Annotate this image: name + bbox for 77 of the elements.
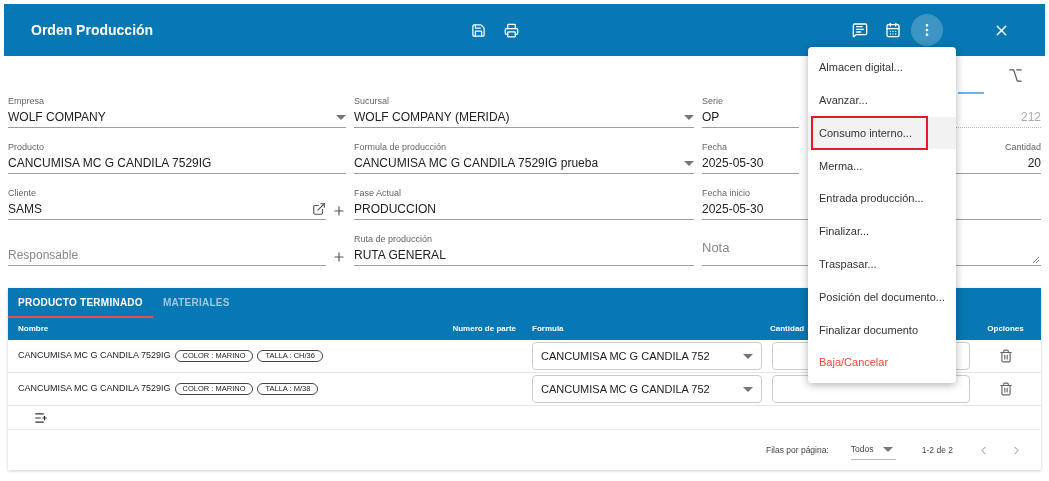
text-field[interactable]: Producto CANCUMISA MC G CANDILA 7529IG — [8, 140, 346, 174]
dropdown-caret-icon — [743, 386, 753, 392]
column-header: Opciones — [987, 323, 1024, 335]
field-label: Empresa — [8, 96, 44, 107]
field-label: Cantidad — [1004, 142, 1041, 153]
column-header: Cantidad — [770, 323, 805, 335]
dropdown-caret-icon — [743, 353, 753, 359]
select-field[interactable]: Empresa WOLF COMPANY — [8, 94, 346, 128]
menu-item[interactable]: Almacen digital... — [808, 51, 956, 84]
delete-icon[interactable] — [998, 382, 1013, 396]
field-value: PRODUCCION — [354, 201, 437, 218]
text-field[interactable]: Serie OP — [702, 94, 799, 128]
field-value: 2025-05-30 — [702, 155, 765, 172]
save-icon[interactable] — [471, 22, 486, 38]
field-value: WOLF COMPANY (MERIDA) — [354, 109, 511, 126]
field-value: 2025-05-30 — [702, 201, 765, 218]
menu-item[interactable]: Traspasar... — [808, 247, 956, 281]
menu-item[interactable]: Consumo interno... — [808, 116, 956, 150]
menu-item[interactable]: Posición del documento... — [808, 280, 956, 314]
menu-item[interactable]: Finalizar documento — [808, 313, 956, 347]
open-link-icon[interactable] — [312, 202, 326, 216]
field-value: CANCUMISA MC G CANDILA 7529IG — [8, 155, 213, 172]
field-value: WOLF COMPANY — [8, 109, 107, 126]
dropdown-caret-icon — [883, 447, 894, 452]
text-field[interactable]: Ruta de producción RUTA GENERAL — [354, 232, 694, 266]
add-row-icon[interactable] — [34, 410, 48, 425]
column-header: Nombre — [18, 323, 49, 335]
field-label: Ruta de producción — [354, 234, 433, 245]
page-range: 1-2 de 2 — [921, 443, 953, 457]
add-icon[interactable] — [332, 204, 346, 218]
calendar-icon[interactable] — [885, 22, 901, 38]
field-value: CANCUMISA MC G CANDILA 7529IG prueba — [354, 155, 600, 172]
option-key-icon[interactable] — [1008, 67, 1023, 83]
text-field[interactable]: Fecha 2025-05-30 — [702, 140, 799, 174]
menu-item[interactable]: Avanzar... — [808, 83, 956, 117]
text-field[interactable]: Cliente SAMS — [8, 186, 326, 220]
menu-item[interactable]: Baja/Cancelar — [808, 346, 956, 379]
dropdown-caret-icon — [684, 160, 694, 166]
field-label: Fecha inicio — [702, 188, 751, 199]
rows-per-page-label: Filas por página: — [765, 443, 829, 457]
field-label: Serie — [702, 96, 723, 107]
field-label: Formula de producción — [354, 142, 447, 153]
menu-item[interactable]: Finalizar... — [808, 215, 956, 248]
dropdown-caret-icon — [684, 114, 694, 120]
field-label: Cliente — [8, 188, 36, 199]
tab-indicator — [958, 92, 984, 94]
field-value: SAMS — [8, 201, 43, 218]
rows-per-page-select[interactable]: Todos — [850, 440, 896, 460]
field-label: Fecha — [702, 142, 727, 153]
add-icon[interactable] — [332, 250, 346, 264]
field-value: OP — [702, 109, 721, 126]
window-title: Orden Producción — [31, 20, 155, 40]
text-field[interactable]: Fase Actual PRODUCCION — [354, 186, 694, 220]
select-field[interactable]: Sucursal WOLF COMPANY (MERIDA) — [354, 94, 694, 128]
menu-item[interactable]: Merma... — [808, 149, 956, 183]
print-icon[interactable] — [504, 22, 519, 38]
field-label: Sucursal — [354, 96, 389, 107]
field-value: 212 — [1019, 109, 1041, 126]
field-value: RUTA GENERAL — [354, 247, 447, 264]
formula-select[interactable]: CANCUMISA MC G CANDILA 752 — [532, 342, 762, 370]
delete-icon[interactable] — [998, 349, 1013, 363]
formula-select[interactable]: CANCUMISA MC G CANDILA 752 — [532, 375, 762, 403]
field-label: Fase Actual — [354, 188, 402, 199]
table-cell: CANCUMISA MC G CANDILA 7529IG — [18, 349, 171, 363]
text-field[interactable]: Responsable — [8, 232, 326, 266]
table-cell: CANCUMISA MC G CANDILA 7529IG — [18, 382, 171, 396]
field-label: Producto — [8, 142, 45, 153]
column-header: Formula — [532, 323, 564, 335]
field-placeholder: Responsable — [8, 247, 80, 264]
select-field[interactable]: Formula de producción CANCUMISA MC G CANDILA 7529IG prueba — [354, 140, 694, 174]
column-header: Numero de parte — [452, 323, 516, 335]
field-value: 20 — [1026, 155, 1041, 172]
dropdown-caret-icon — [336, 114, 346, 120]
comment-icon[interactable] — [852, 22, 868, 38]
menu-item[interactable]: Entrada producción... — [808, 182, 956, 215]
tab[interactable]: PRODUCTO TERMINADO — [8, 288, 153, 318]
resize-handle-icon[interactable] — [1033, 257, 1039, 263]
